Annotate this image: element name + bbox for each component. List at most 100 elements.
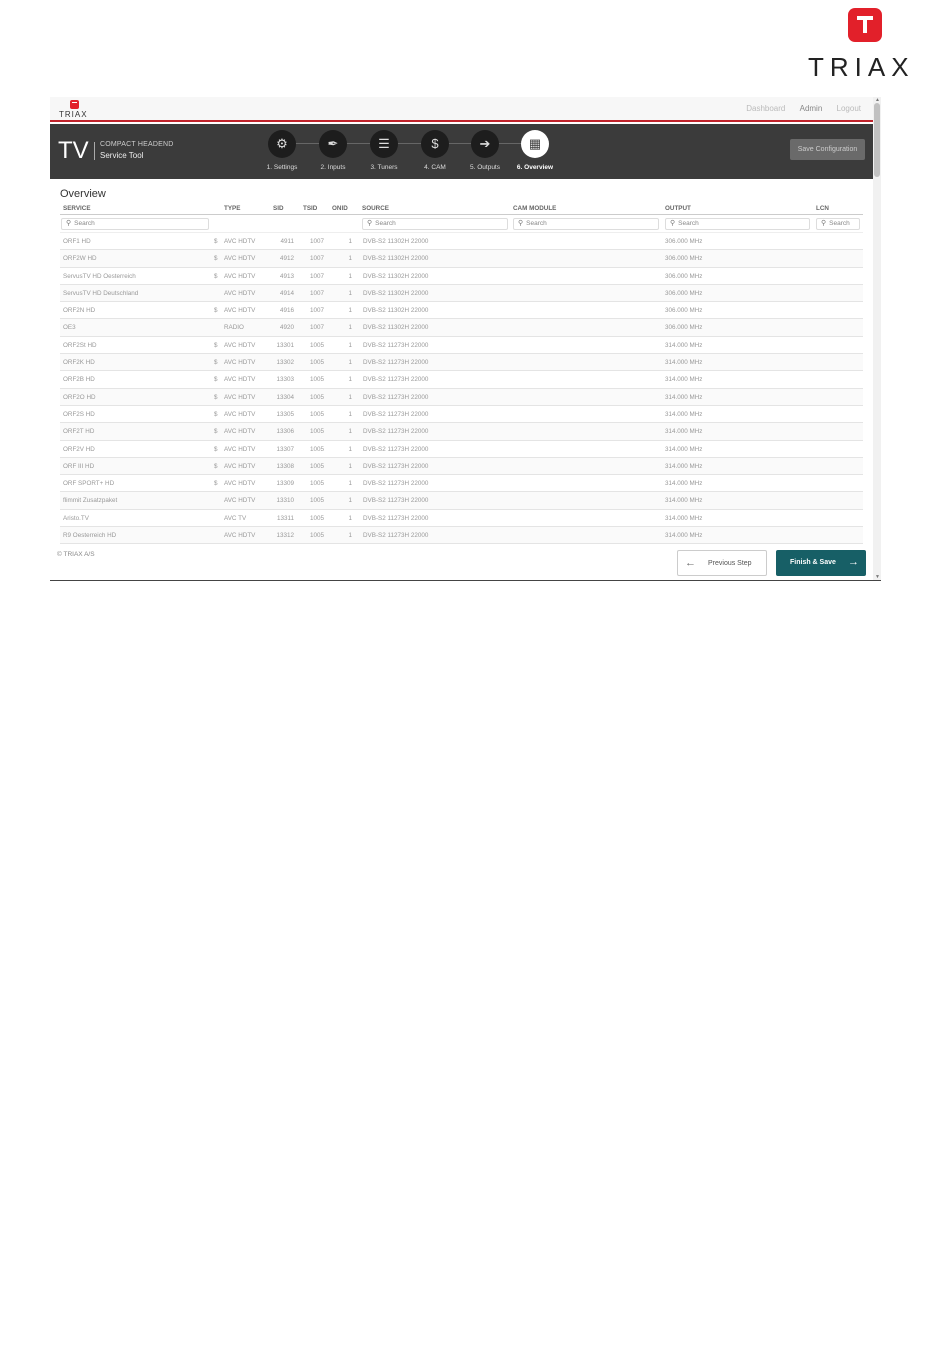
- step-inputs[interactable]: ✒ 2. Inputs: [308, 130, 358, 171]
- col-lcn[interactable]: LCN: [816, 205, 829, 212]
- scrambled-icon: $: [214, 393, 218, 401]
- nav-logout-link[interactable]: Logout: [837, 104, 861, 113]
- table-row[interactable]: OE3 RADIO 4920 1007 1 DVB-S2 11302H 22000 306.…: [60, 319, 863, 337]
- table-row[interactable]: R9 Oesterreich HD AVC HDTV 13312 1005 1 DVB-S…: [60, 527, 863, 545]
- scrambled-icon: $: [214, 480, 218, 488]
- step-settings[interactable]: ⚙ 1. Settings: [257, 130, 307, 171]
- source-search-input[interactable]: ⚲ Search: [362, 218, 508, 230]
- top-bar: TRIAX Dashboard Admin Logout: [50, 97, 873, 122]
- table-row[interactable]: ORF2V HD $ AVC HDTV 13307 1005 1 DVB-S2 11273H…: [60, 441, 863, 458]
- service-onid: 1: [348, 359, 352, 367]
- service-source: DVB-S2 11273H 22000: [363, 480, 429, 488]
- service-sid: 4914: [279, 289, 294, 297]
- col-onid[interactable]: ONID: [332, 205, 348, 212]
- search-icon: ⚲: [670, 220, 676, 227]
- service-source: DVB-S2 11302H 22000: [363, 238, 429, 245]
- service-name: ORF2V HD: [63, 445, 95, 453]
- table-row[interactable]: ORF2T HD $ AVC HDTV 13306 1005 1 DVB-S2 11273H…: [60, 423, 863, 441]
- lcn-search-input[interactable]: ⚲ Search: [816, 218, 860, 230]
- service-sid: 4913: [279, 272, 294, 280]
- service-type: AVC HDTV: [224, 532, 256, 540]
- service-type: AVC HDTV: [224, 410, 256, 418]
- table-row[interactable]: ORF2O HD $ AVC HDTV 13304 1005 1 DVB-S2 11273H…: [60, 388, 863, 406]
- step-tuners[interactable]: ☰ 3. Tuners: [359, 130, 409, 171]
- service-output: 314.000 MHz: [665, 514, 703, 522]
- col-tsid[interactable]: TSID: [303, 205, 317, 212]
- service-sid: 4911: [280, 238, 294, 245]
- service-tsid: 1005: [309, 359, 324, 367]
- service-output: 306.000 MHz: [665, 255, 703, 263]
- service-onid: 1: [348, 497, 352, 505]
- nav-dashboard-link[interactable]: Dashboard: [746, 104, 785, 113]
- service-output: 306.000 MHz: [665, 238, 703, 245]
- col-sid[interactable]: SID: [273, 205, 284, 212]
- scrambled-icon: $: [214, 272, 218, 280]
- service-tsid: 1005: [309, 393, 324, 401]
- table-row[interactable]: ORF III HD $ AVC HDTV 13308 1005 1 DVB-S2 1127…: [60, 457, 863, 476]
- service-onid: 1: [348, 410, 352, 418]
- table-row[interactable]: ORF SPORT+ HD $ AVC HDTV 13309 1005 1 DVB-S2 1…: [60, 475, 863, 493]
- output-arrow-icon: ➔: [471, 130, 499, 158]
- table-row[interactable]: ORF2St HD $ AVC HDTV 13301 1005 1 DVB-S2 11273…: [60, 337, 863, 355]
- scrambled-icon: $: [214, 341, 218, 349]
- vertical-scrollbar[interactable]: ▲ ▼: [873, 97, 881, 580]
- table-row[interactable]: ServusTV HD Deutschland AVC HDTV 4914 1007 1…: [60, 284, 863, 303]
- scrambled-icon: $: [214, 307, 218, 315]
- scrambled-icon: $: [214, 428, 218, 436]
- nav-admin-link[interactable]: Admin: [800, 104, 823, 113]
- table-row[interactable]: Aristo.TV AVC TV 13311 1005 1 DVB-S2 11273H 2…: [60, 510, 863, 528]
- finish-save-button[interactable]: Finish & Save →: [776, 550, 866, 576]
- service-output: 314.000 MHz: [665, 480, 703, 488]
- service-output: 306.000 MHz: [665, 324, 703, 332]
- previous-step-button[interactable]: ← Previous Step: [677, 550, 767, 576]
- service-source: DVB-S2 11273H 22000: [363, 514, 429, 522]
- col-output[interactable]: OUTPUT: [665, 205, 691, 212]
- service-tsid: 1007: [309, 255, 324, 263]
- step-cam[interactable]: $ 4. CAM: [410, 130, 460, 171]
- service-type: AVC HDTV: [224, 255, 256, 263]
- service-source: DVB-S2 11273H 22000: [363, 341, 429, 349]
- col-service[interactable]: SERVICE: [63, 205, 91, 212]
- triax-t-badge-icon: [848, 8, 882, 42]
- service-output: 314.000 MHz: [665, 428, 703, 436]
- service-tsid: 1007: [309, 307, 324, 315]
- app-logo[interactable]: TRIAX: [59, 100, 91, 120]
- table-row[interactable]: ORF2S HD $ AVC HDTV 13305 1005 1 DVB-S2 11273H…: [60, 406, 863, 424]
- step-label: 1. Settings: [266, 164, 298, 171]
- triax-t-badge-icon: [70, 100, 79, 109]
- arrow-right-icon: →: [848, 556, 859, 568]
- col-type[interactable]: TYPE: [224, 205, 240, 212]
- wizard-header: TV COMPACT HEADEND Service Tool ⚙ 1. Set…: [50, 124, 873, 179]
- scrambled-icon: $: [214, 410, 218, 418]
- table-row[interactable]: ORF2W HD $ AVC HDTV 4912 1007 1 DVB-S2 11302H …: [60, 250, 863, 268]
- service-output: 314.000 MHz: [665, 445, 703, 453]
- service-sid: 13309: [276, 480, 294, 488]
- table-row[interactable]: ServusTV HD Oesterreich $ AVC HDTV 4913 1007…: [60, 268, 863, 285]
- service-onid: 1: [348, 255, 352, 263]
- cam-search-input[interactable]: ⚲ Search: [513, 218, 659, 230]
- step-overview[interactable]: ▦ 6. Overview: [510, 130, 560, 171]
- col-source[interactable]: SOURCE: [362, 205, 389, 212]
- service-search-input[interactable]: ⚲ Search: [61, 218, 209, 230]
- table-row[interactable]: ORF2K HD $ AVC HDTV 13302 1005 1 DVB-S2 11273H…: [60, 354, 863, 372]
- table-row[interactable]: ORF1 HD $ AVC HDTV 4911 1007 1 DVB-S2 11302H 2…: [60, 233, 863, 251]
- previous-step-label: Previous Step: [708, 560, 752, 567]
- service-sid: 13306: [276, 428, 294, 436]
- save-configuration-button[interactable]: Save Configuration: [790, 139, 865, 160]
- table-row[interactable]: ORF2B HD $ AVC HDTV 13303 1005 1 DVB-S2 11273H…: [60, 371, 863, 389]
- service-source: DVB-S2 11273H 22000: [363, 393, 429, 401]
- service-onid: 1: [348, 238, 352, 245]
- overview-panel: Overview SERVICE TYPE SID TSID ONID SOUR…: [50, 181, 873, 551]
- service-name: flimmit Zusatzpaket: [63, 497, 118, 505]
- table-row[interactable]: flimmit Zusatzpaket AVC HDTV 13310 1005 1 DVB…: [60, 492, 863, 510]
- output-search-input[interactable]: ⚲ Search: [665, 218, 810, 230]
- title-divider: [94, 142, 95, 160]
- service-name: ORF2W HD: [63, 255, 97, 263]
- col-cam-module[interactable]: CAM MODULE: [513, 205, 556, 212]
- scrollbar-thumb[interactable]: [874, 103, 880, 177]
- service-name: OE3: [63, 324, 76, 332]
- table-row[interactable]: ORF2N HD $ AVC HDTV 4916 1007 1 DVB-S2 11302H …: [60, 302, 863, 320]
- scroll-down-icon[interactable]: ▼: [875, 574, 880, 580]
- service-output: 306.000 MHz: [665, 289, 703, 297]
- step-outputs[interactable]: ➔ 5. Outputs: [460, 130, 510, 171]
